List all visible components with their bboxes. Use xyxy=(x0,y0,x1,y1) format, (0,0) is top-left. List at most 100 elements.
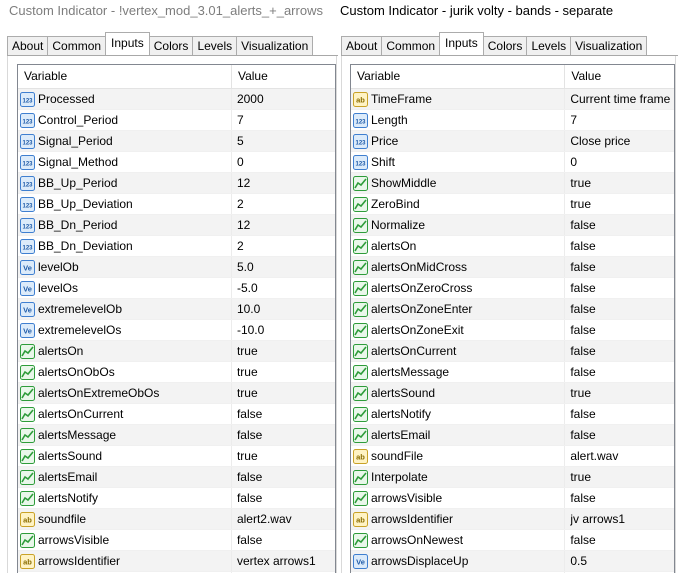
value-cell[interactable]: 5.0 xyxy=(232,257,335,277)
table-row[interactable]: arrowsOnNewest false xyxy=(351,530,674,551)
table-row[interactable]: alertsOnCurrent false xyxy=(351,341,674,362)
table-row[interactable]: 123 BB_Dn_Period 12 xyxy=(18,215,335,236)
value-cell[interactable]: true xyxy=(565,467,674,487)
value-cell[interactable]: 12 xyxy=(232,173,335,193)
tab-common[interactable]: Common xyxy=(47,36,107,55)
value-cell[interactable]: true xyxy=(232,383,335,403)
table-row[interactable]: alertsMessage false xyxy=(18,425,335,446)
column-header-value[interactable]: Value xyxy=(232,65,335,88)
table-row[interactable]: alertsOnZoneEnter false xyxy=(351,299,674,320)
table-row[interactable]: ShowMiddle true xyxy=(351,173,674,194)
table-row[interactable]: alertsSound true xyxy=(351,383,674,404)
value-cell[interactable]: false xyxy=(565,404,674,424)
table-row[interactable]: 123 Shift 0 xyxy=(351,152,674,173)
value-cell[interactable]: 0 xyxy=(565,152,674,172)
value-cell[interactable]: alert2.wav xyxy=(232,509,335,529)
tab-visualization[interactable]: Visualization xyxy=(570,36,648,55)
value-cell[interactable]: -10.0 xyxy=(232,320,335,340)
value-cell[interactable]: 5 xyxy=(232,131,335,151)
value-cell[interactable]: false xyxy=(565,362,674,382)
table-row[interactable]: ab soundFile alert.wav xyxy=(351,446,674,467)
value-cell[interactable]: false xyxy=(232,467,335,487)
table-row[interactable]: alertsMessage false xyxy=(351,362,674,383)
table-row[interactable]: alertsNotify false xyxy=(351,404,674,425)
table-row[interactable]: ab TimeFrame Current time frame xyxy=(351,89,674,110)
tab-levels[interactable]: Levels xyxy=(192,36,238,55)
table-row[interactable]: Ve levelOs -5.0 xyxy=(18,278,335,299)
value-cell[interactable]: false xyxy=(565,236,674,256)
value-cell[interactable]: false xyxy=(565,425,674,445)
table-row[interactable]: 123 BB_Dn_Deviation 2 xyxy=(18,236,335,257)
value-cell[interactable]: true xyxy=(565,383,674,403)
tab-levels[interactable]: Levels xyxy=(526,36,572,55)
table-row[interactable]: arrowsVisible false xyxy=(351,488,674,509)
column-header-variable[interactable]: Variable xyxy=(351,65,566,88)
table-row[interactable]: ZeroBind true xyxy=(351,194,674,215)
value-cell[interactable]: false xyxy=(565,320,674,340)
value-cell[interactable]: false xyxy=(232,425,335,445)
table-row[interactable]: alertsOn false xyxy=(351,236,674,257)
table-row[interactable]: Ve extremelevelOs -10.0 xyxy=(18,320,335,341)
table-row[interactable]: alertsOnMidCross false xyxy=(351,257,674,278)
value-cell[interactable]: 0 xyxy=(232,152,335,172)
table-row[interactable]: alertsOnZeroCross false xyxy=(351,278,674,299)
tab-common[interactable]: Common xyxy=(381,36,441,55)
table-row[interactable]: Normalize false xyxy=(351,215,674,236)
table-row[interactable]: alertsEmail false xyxy=(18,467,335,488)
table-row[interactable]: 123 Price Close price xyxy=(351,131,674,152)
value-cell[interactable]: 12 xyxy=(232,215,335,235)
table-row[interactable]: ab arrowsIdentifier vertex arrows1 xyxy=(18,551,335,572)
value-cell[interactable]: true xyxy=(565,194,674,214)
value-cell[interactable]: vertex arrows1 xyxy=(232,551,335,571)
value-cell[interactable]: Close price xyxy=(565,131,674,151)
value-cell[interactable]: 2 xyxy=(232,194,335,214)
value-cell[interactable]: false xyxy=(565,341,674,361)
value-cell[interactable]: true xyxy=(232,446,335,466)
value-cell[interactable]: jv arrows1 xyxy=(565,509,674,529)
tab-about[interactable]: About xyxy=(341,36,383,55)
tab-visualization[interactable]: Visualization xyxy=(236,36,314,55)
tab-colors[interactable]: Colors xyxy=(482,36,528,55)
table-row[interactable]: alertsOn true xyxy=(18,341,335,362)
value-cell[interactable]: false xyxy=(232,404,335,424)
value-cell[interactable]: false xyxy=(232,488,335,508)
table-row[interactable]: alertsOnZoneExit false xyxy=(351,320,674,341)
table-row[interactable]: 123 Signal_Method 0 xyxy=(18,152,335,173)
value-cell[interactable]: false xyxy=(565,215,674,235)
table-row[interactable]: Ve extremelevelOb 10.0 xyxy=(18,299,335,320)
value-cell[interactable]: true xyxy=(232,341,335,361)
value-cell[interactable]: false xyxy=(565,488,674,508)
table-row[interactable]: alertsSound true xyxy=(18,446,335,467)
table-row[interactable]: 123 BB_Up_Deviation 2 xyxy=(18,194,335,215)
value-cell[interactable]: 2000 xyxy=(232,89,335,109)
tab-colors[interactable]: Colors xyxy=(148,36,194,55)
tab-inputs[interactable]: Inputs xyxy=(439,32,484,55)
value-cell[interactable]: 7 xyxy=(232,110,335,130)
table-row[interactable]: Ve arrowsDisplaceUp 0.5 xyxy=(351,551,674,572)
table-row[interactable]: ab soundfile alert2.wav xyxy=(18,509,335,530)
table-row[interactable]: alertsOnExtremeObOs true xyxy=(18,383,335,404)
table-row[interactable]: 123 Control_Period 7 xyxy=(18,110,335,131)
table-row[interactable]: alertsEmail false xyxy=(351,425,674,446)
table-row[interactable]: ab arrowsIdentifier jv arrows1 xyxy=(351,509,674,530)
table-row[interactable]: 123 BB_Up_Period 12 xyxy=(18,173,335,194)
tab-about[interactable]: About xyxy=(7,36,49,55)
tab-inputs[interactable]: Inputs xyxy=(105,32,150,55)
value-cell[interactable]: -5.0 xyxy=(232,278,335,298)
value-cell[interactable]: alert.wav xyxy=(565,446,674,466)
value-cell[interactable]: Current time frame xyxy=(565,89,674,109)
value-cell[interactable]: false xyxy=(565,257,674,277)
value-cell[interactable]: 7 xyxy=(565,110,674,130)
value-cell[interactable]: false xyxy=(565,299,674,319)
table-row[interactable]: alertsNotify false xyxy=(18,488,335,509)
table-row[interactable]: Ve levelOb 5.0 xyxy=(18,257,335,278)
column-header-value[interactable]: Value xyxy=(565,65,674,88)
table-row[interactable]: Interpolate true xyxy=(351,467,674,488)
table-row[interactable]: alertsOnObOs true xyxy=(18,362,335,383)
value-cell[interactable]: false xyxy=(565,278,674,298)
value-cell[interactable]: true xyxy=(232,362,335,382)
table-row[interactable]: alertsOnCurrent false xyxy=(18,404,335,425)
value-cell[interactable]: false xyxy=(232,530,335,550)
value-cell[interactable]: 10.0 xyxy=(232,299,335,319)
table-row[interactable]: 123 Signal_Period 5 xyxy=(18,131,335,152)
